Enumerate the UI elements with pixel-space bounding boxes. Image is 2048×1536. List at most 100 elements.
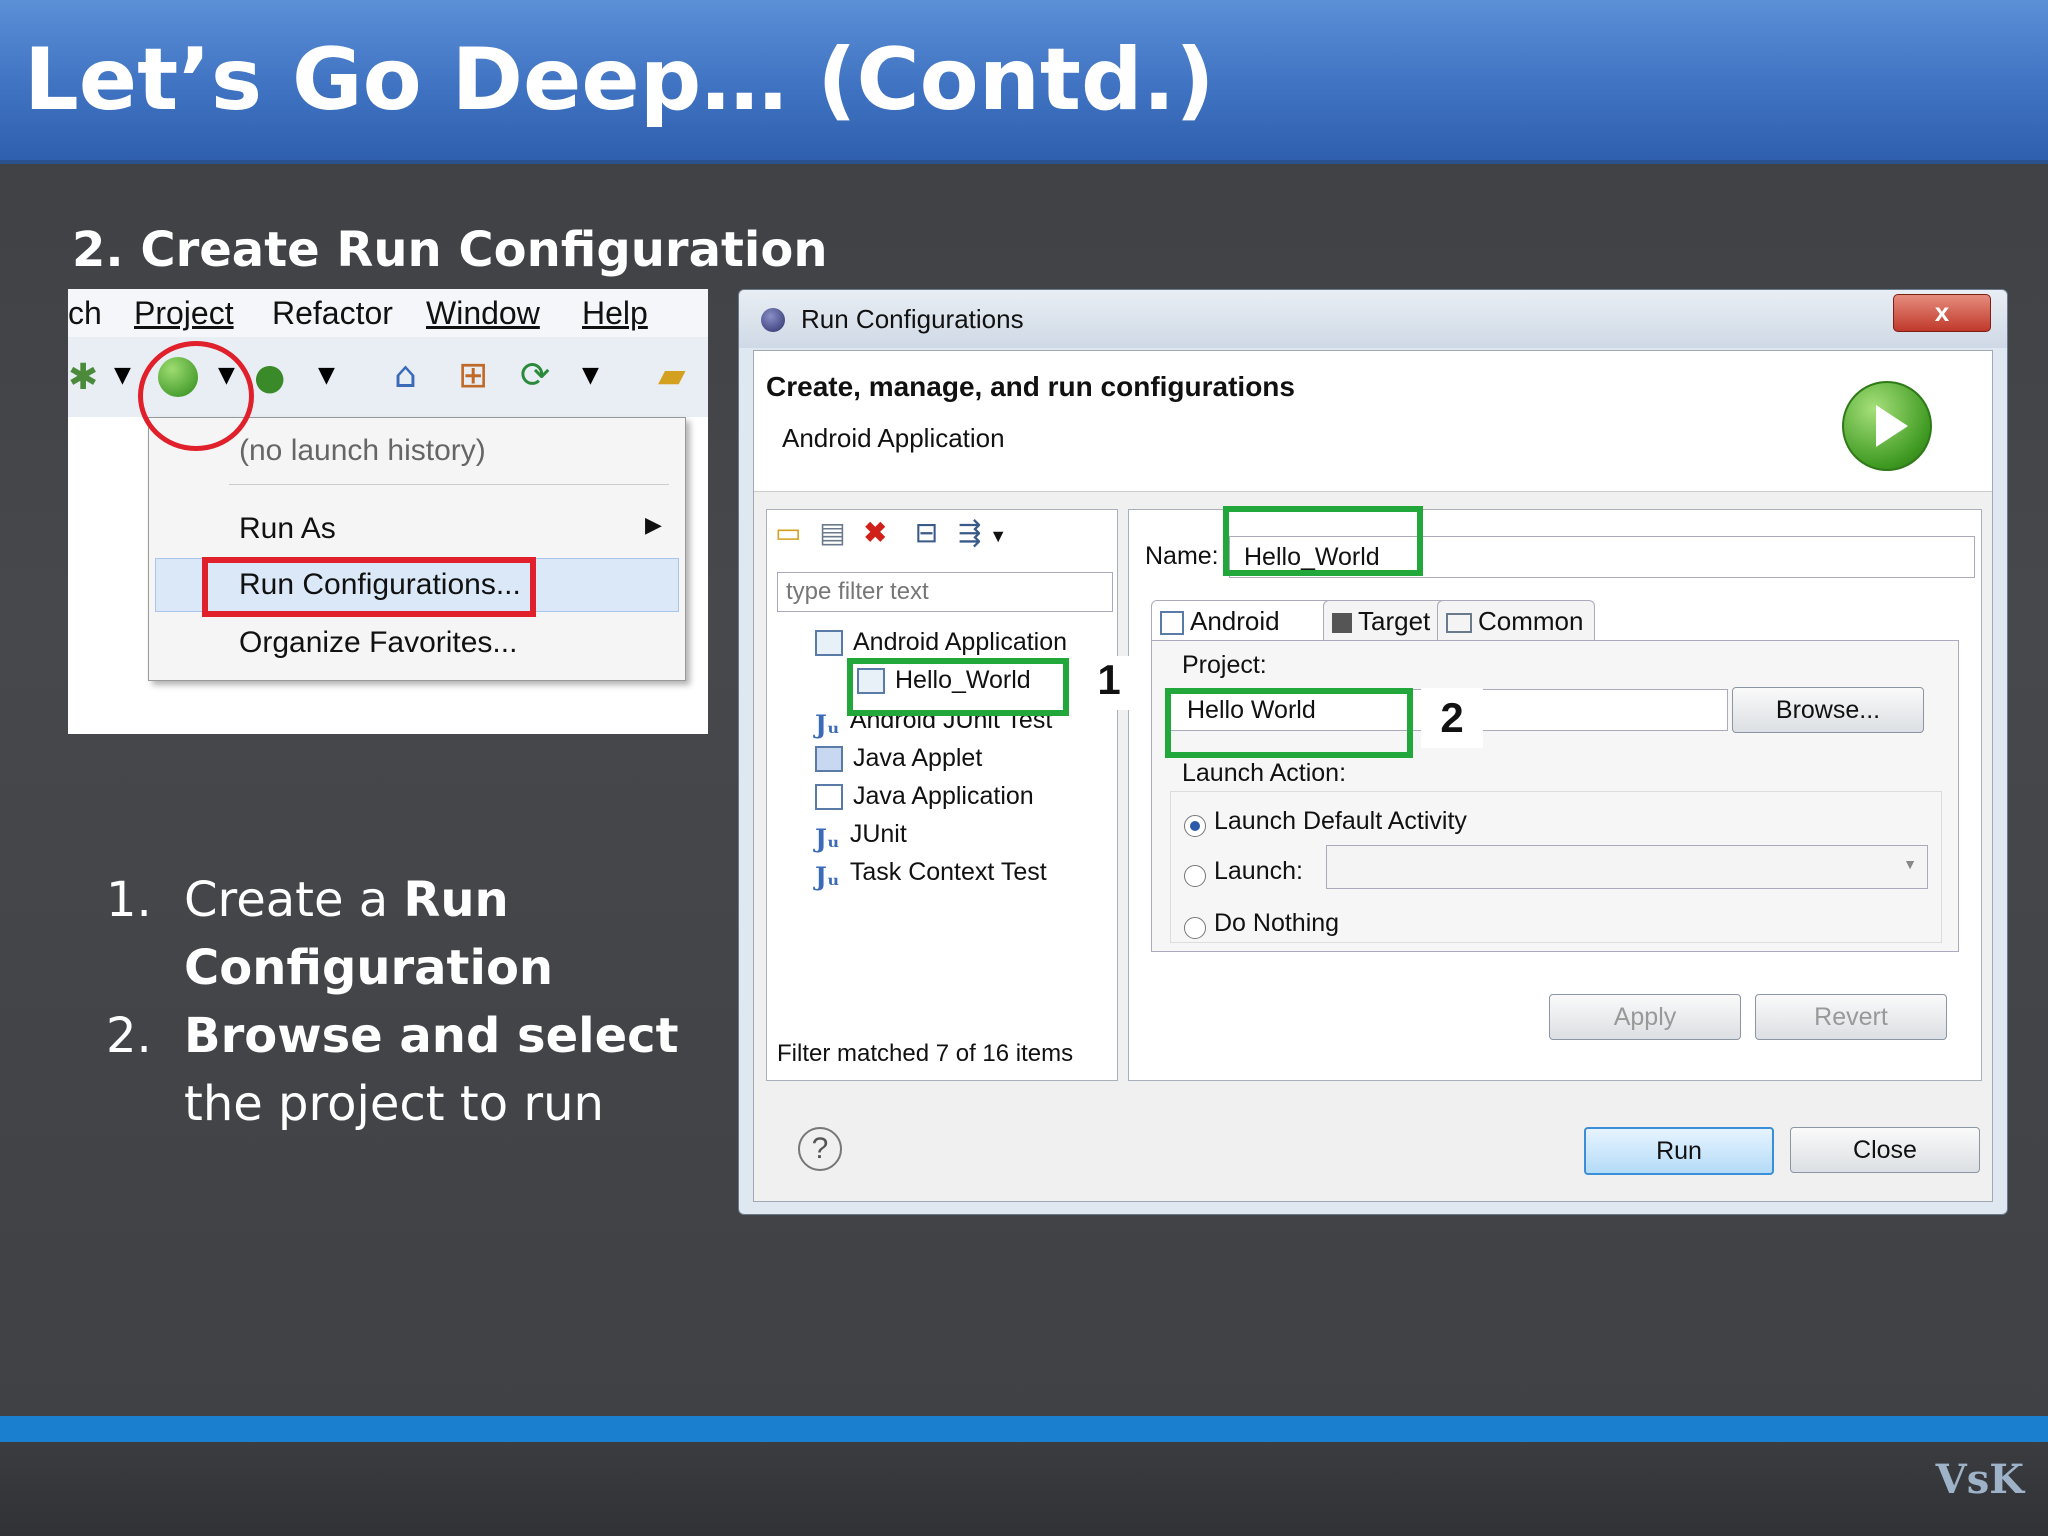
instruction-steps: 1. Create a Run Configuration 2. Browse … bbox=[106, 866, 744, 1138]
menu-window[interactable]: Window bbox=[426, 295, 540, 332]
slide-subtitle: 2. Create Run Configuration bbox=[72, 222, 828, 278]
tab-target[interactable]: Target bbox=[1323, 600, 1451, 641]
tab-label: Common bbox=[1478, 606, 1584, 636]
tree-item-label: JUnit bbox=[849, 820, 907, 848]
new-class-dropdown-icon[interactable]: ▼ bbox=[582, 363, 599, 388]
slide-title-bar: Let’s Go Deep… (Contd.) bbox=[0, 0, 2048, 164]
run-configurations-highlight bbox=[202, 557, 536, 617]
android-tab-content: Project: Hello World Browse... Launch Ac… bbox=[1151, 640, 1959, 952]
new-package-icon[interactable]: ⊞ bbox=[458, 355, 488, 396]
android-config-icon bbox=[815, 630, 843, 657]
run-dropdown-menu: (no launch history) Run As ▶ Run Configu… bbox=[148, 417, 686, 681]
launch-action-label: Launch Action: bbox=[1182, 759, 1347, 787]
run-as-item[interactable]: Run As bbox=[239, 512, 336, 546]
junit-icon: Jᵤ bbox=[815, 824, 840, 854]
step-text: Create a bbox=[184, 872, 404, 928]
do-nothing-radio[interactable] bbox=[1184, 917, 1206, 939]
launch-radio[interactable] bbox=[1184, 865, 1206, 887]
name-field-highlight bbox=[1223, 506, 1423, 576]
dialog-header: Create, manage, and run configurations A… bbox=[754, 351, 1992, 492]
step-number: 2. bbox=[106, 1008, 152, 1064]
browse-button[interactable]: Browse... bbox=[1732, 687, 1924, 733]
run-configurations-dialog: Run Configurations x Create, manage, and… bbox=[738, 289, 2008, 1215]
tree-item-label: Android Application bbox=[853, 628, 1068, 656]
revert-button[interactable]: Revert bbox=[1755, 994, 1947, 1040]
filter-status: Filter matched 7 of 16 items bbox=[777, 1040, 1074, 1067]
menu-search-partial[interactable]: ch bbox=[68, 295, 102, 332]
menu-refactor[interactable]: Refactor bbox=[272, 295, 393, 332]
name-label: Name: bbox=[1145, 542, 1219, 570]
help-icon[interactable]: ? bbox=[798, 1127, 842, 1171]
dialog-titlebar: Run Configurations x bbox=[739, 290, 2007, 348]
tab-common[interactable]: Common bbox=[1437, 600, 1595, 641]
new-project-icon[interactable]: ⌂ bbox=[394, 355, 417, 396]
new-config-icon[interactable]: ▭ bbox=[775, 517, 801, 548]
step-text-suffix: the project to run bbox=[184, 1076, 604, 1132]
tree-item-label: Task Context Test bbox=[849, 858, 1047, 886]
configuration-tree-panel: ▭ ▤ ✖ ⊟ ⇶ ▼ type filter text Android App… bbox=[766, 509, 1118, 1081]
delete-config-icon[interactable]: ✖ bbox=[864, 517, 887, 548]
launch-label: Launch: bbox=[1214, 857, 1303, 885]
menu-project[interactable]: Project bbox=[134, 295, 234, 332]
dialog-header-title: Create, manage, and run configurations bbox=[766, 371, 1295, 402]
step-1: 1. Create a Run Configuration bbox=[106, 866, 744, 1002]
footer-band bbox=[0, 1416, 2048, 1442]
run-banner-icon bbox=[1842, 381, 1932, 471]
debug-icon[interactable]: ✱ bbox=[68, 357, 98, 398]
launch-activity-select[interactable]: ▼ bbox=[1326, 845, 1928, 889]
submenu-arrow-icon: ▶ bbox=[645, 512, 662, 537]
do-nothing-label: Do Nothing bbox=[1214, 909, 1340, 937]
tree-item-android-application[interactable]: Android Application bbox=[815, 628, 1067, 657]
callout-2: 2 bbox=[1421, 688, 1483, 748]
tree-item-java-application[interactable]: Java Application bbox=[815, 782, 1034, 811]
project-field-highlight bbox=[1165, 688, 1413, 758]
no-launch-history-item: (no launch history) bbox=[239, 434, 486, 467]
launch-default-radio[interactable] bbox=[1184, 815, 1206, 837]
hello-world-highlight bbox=[847, 658, 1069, 716]
tab-label: Android bbox=[1190, 606, 1280, 636]
filter-dropdown-icon[interactable]: ▼ bbox=[989, 526, 1007, 546]
apply-button[interactable]: Apply bbox=[1549, 994, 1741, 1040]
dialog-close-button[interactable]: x bbox=[1893, 294, 1991, 332]
new-class-icon[interactable]: ⟳ bbox=[520, 355, 550, 396]
run-button-highlight bbox=[138, 341, 254, 451]
menu-separator bbox=[229, 484, 669, 485]
step-number: 1. bbox=[106, 872, 152, 928]
tree-item-junit[interactable]: Jᵤ JUnit bbox=[815, 820, 907, 854]
organize-favorites-item[interactable]: Organize Favorites... bbox=[239, 626, 517, 660]
callout-1: 1 bbox=[1085, 656, 1133, 710]
step-bold-text: Browse and select bbox=[184, 1008, 679, 1064]
tree-item-java-applet[interactable]: Java Applet bbox=[815, 744, 982, 773]
close-button[interactable]: Close bbox=[1790, 1127, 1980, 1173]
junit-icon: Jᵤ bbox=[815, 710, 840, 740]
external-tools-icon[interactable]: ● bbox=[254, 357, 285, 398]
configuration-editor-panel: Name: Hello_World Android Target Common … bbox=[1128, 509, 1982, 1081]
project-label: Project: bbox=[1182, 651, 1267, 679]
collapse-all-icon[interactable]: ⊟ bbox=[915, 517, 938, 548]
external-tools-dropdown-icon[interactable]: ▼ bbox=[318, 363, 335, 388]
footer-area bbox=[0, 1442, 2048, 1536]
filter-input[interactable]: type filter text bbox=[777, 572, 1113, 612]
tree-item-label: Java Application bbox=[853, 782, 1034, 810]
applet-icon bbox=[815, 746, 843, 773]
java-app-icon bbox=[815, 784, 843, 811]
target-tab-icon bbox=[1332, 613, 1352, 634]
junit-icon: Jᵤ bbox=[815, 862, 840, 892]
tree-item-task-context-test[interactable]: Jᵤ Task Context Test bbox=[815, 858, 1047, 892]
filter-config-icon[interactable]: ⇶ bbox=[958, 517, 981, 548]
run-button[interactable]: Run bbox=[1584, 1127, 1774, 1175]
duplicate-config-icon[interactable]: ▤ bbox=[819, 517, 845, 548]
step-2: 2. Browse and select the project to run bbox=[106, 1002, 744, 1138]
dialog-title: Run Configurations bbox=[801, 304, 1024, 334]
debug-dropdown-icon[interactable]: ▼ bbox=[114, 363, 131, 388]
tree-toolbar: ▭ ▤ ✖ ⊟ ⇶ ▼ bbox=[775, 516, 1007, 549]
eclipse-icon bbox=[761, 308, 785, 332]
tab-android[interactable]: Android bbox=[1151, 600, 1339, 641]
footer-logo: VsK bbox=[1935, 1456, 2024, 1503]
launch-default-label: Launch Default Activity bbox=[1214, 807, 1467, 835]
dialog-header-subtitle: Android Application bbox=[782, 423, 1005, 453]
android-tab-icon bbox=[1160, 611, 1184, 636]
menu-help[interactable]: Help bbox=[582, 295, 648, 332]
open-folder-icon[interactable]: ▰ bbox=[658, 355, 686, 396]
chevron-down-icon: ▼ bbox=[1903, 856, 1917, 872]
